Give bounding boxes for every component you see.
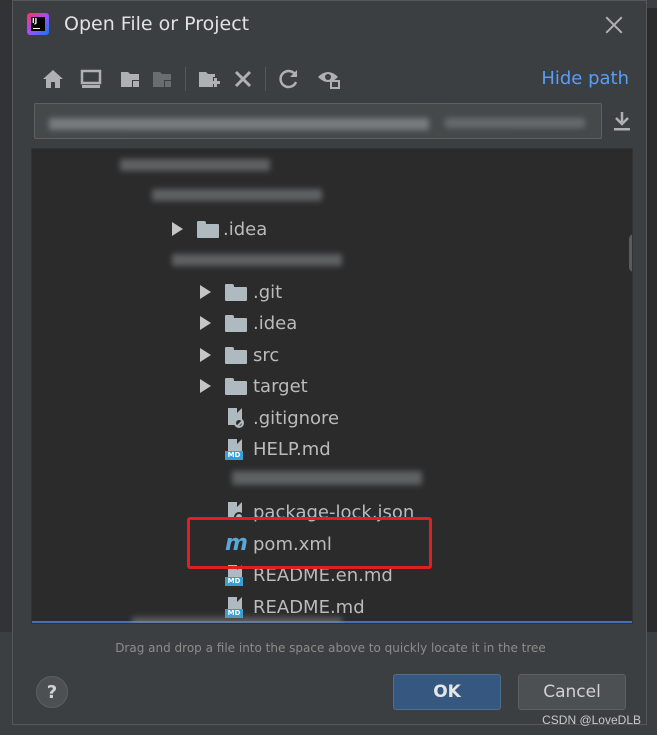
- folder-icon: [225, 283, 247, 301]
- toolbar-separator: [185, 67, 186, 91]
- tree-item-label: target: [253, 375, 308, 397]
- md-badge: MD: [225, 451, 243, 460]
- tree-folder-row[interactable]: .idea: [200, 309, 297, 337]
- hide-path-link[interactable]: Hide path: [541, 68, 629, 89]
- dialog-title: Open File or Project: [64, 13, 250, 35]
- tree-item-label: .gitignore: [253, 407, 340, 429]
- folder-icon: [197, 220, 219, 238]
- expand-arrow-icon[interactable]: [200, 379, 211, 393]
- tree-item-label: .idea: [253, 312, 298, 334]
- tree-item-label: HELP.md: [253, 438, 331, 460]
- drag-drop-hint: Drag and drop a file into the space abov…: [115, 641, 546, 655]
- expand-arrow-icon[interactable]: [172, 222, 183, 236]
- tree-item-label: src: [253, 344, 280, 366]
- expand-arrow-icon[interactable]: [200, 348, 211, 362]
- blurred-tree-row: [120, 159, 270, 171]
- gitignore-file-icon: [225, 407, 247, 429]
- markdown-file-icon: MD: [225, 438, 247, 460]
- open-file-dialog: IJ Open File or Project Hide path .idea …: [12, 0, 647, 725]
- project-folder-icon[interactable]: [117, 65, 145, 93]
- path-input[interactable]: [34, 103, 602, 139]
- refresh-icon[interactable]: [275, 65, 303, 93]
- download-icon[interactable]: [610, 109, 634, 133]
- expand-arrow-icon[interactable]: [200, 316, 211, 330]
- module-folder-icon[interactable]: [149, 65, 177, 93]
- blurred-tree-row: [152, 189, 322, 201]
- watermark: CSDN @LoveDLB: [542, 713, 641, 727]
- ok-button[interactable]: OK: [393, 674, 501, 710]
- folder-icon: [225, 314, 247, 332]
- tree-item-label: README.md: [253, 596, 365, 618]
- tree-folder-row[interactable]: target: [200, 372, 308, 400]
- file-chooser-toolbar: Hide path: [39, 61, 629, 97]
- intellij-idea-icon: IJ: [27, 13, 49, 35]
- tree-folder-row[interactable]: .git: [200, 278, 282, 306]
- md-badge: MD: [225, 577, 243, 586]
- show-hidden-icon[interactable]: [315, 65, 343, 93]
- blurred-path-text: [49, 118, 429, 130]
- blurred-tree-row: [172, 254, 342, 266]
- tree-folder-row[interactable]: src: [200, 341, 279, 369]
- ide-left-strip: [0, 0, 12, 735]
- tree-file-row[interactable]: MD HELP.md: [225, 435, 331, 463]
- folder-icon: [225, 377, 247, 395]
- tree-item-label: .idea: [223, 218, 268, 240]
- desktop-icon[interactable]: [77, 65, 105, 93]
- help-button[interactable]: ?: [36, 676, 68, 708]
- pom-highlight-annotation: [187, 517, 432, 569]
- close-icon[interactable]: [602, 13, 626, 37]
- tree-item-label: .git: [253, 281, 283, 303]
- home-icon[interactable]: [39, 65, 67, 93]
- dialog-titlebar: IJ Open File or Project: [13, 1, 646, 49]
- tree-folder-row[interactable]: .idea: [172, 215, 267, 243]
- tree-file-row[interactable]: .gitignore: [225, 404, 339, 432]
- new-folder-icon[interactable]: [195, 65, 223, 93]
- blurred-path-text: [445, 118, 585, 128]
- markdown-file-icon: MD: [225, 596, 247, 618]
- expand-arrow-icon[interactable]: [200, 285, 211, 299]
- app-icon-text: IJ: [32, 17, 38, 25]
- cancel-button[interactable]: Cancel: [518, 674, 626, 710]
- blurred-tree-row: [132, 617, 342, 623]
- selected-tree-row[interactable]: [32, 617, 632, 623]
- delete-icon[interactable]: [229, 65, 257, 93]
- toolbar-separator: [265, 67, 266, 91]
- folder-icon: [225, 346, 247, 364]
- blurred-tree-row: [232, 471, 422, 485]
- tree-scrollbar[interactable]: [629, 234, 632, 272]
- path-row: [34, 103, 634, 139]
